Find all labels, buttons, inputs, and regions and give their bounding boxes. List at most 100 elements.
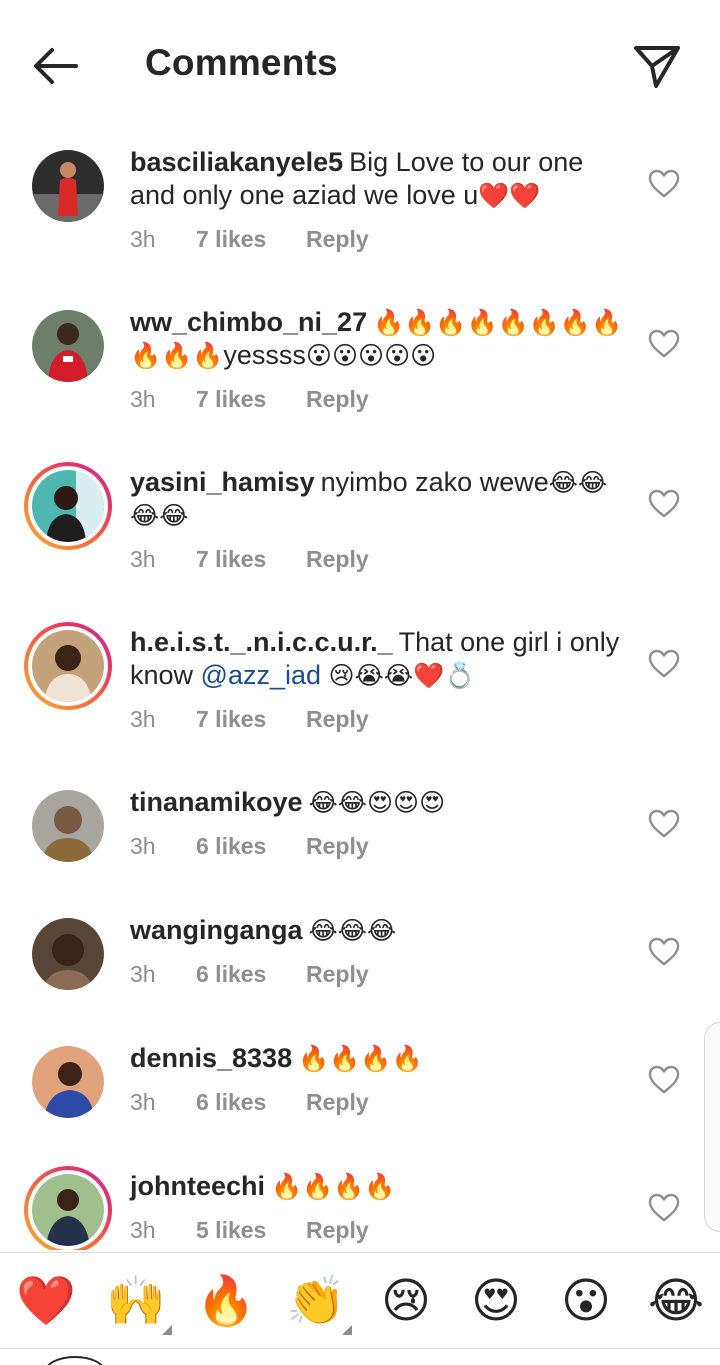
avatar[interactable] [24, 782, 112, 870]
reply-button[interactable]: Reply [306, 1217, 369, 1244]
comment-text: h.e.i.s.t._.n.i.c.c.u.r._ That one girl i… [130, 626, 630, 692]
comment-username[interactable]: dennis_8338 [130, 1043, 292, 1073]
like-button[interactable] [646, 326, 682, 362]
like-button[interactable] [646, 486, 682, 522]
comment-time: 3h [130, 386, 156, 412]
emoji-surprised-button[interactable]: 😮 [556, 1271, 616, 1331]
reply-button[interactable]: Reply [306, 386, 369, 413]
avatar-story-ring[interactable] [24, 1166, 112, 1250]
like-button[interactable] [646, 646, 682, 682]
avatar[interactable] [24, 910, 112, 998]
heart-outline-icon [648, 489, 680, 518]
comment-text: dennis_8338 🔥🔥🔥🔥 [130, 1042, 630, 1075]
like-button[interactable] [646, 1062, 682, 1098]
header-bar: Comments [0, 0, 720, 130]
share-button[interactable] [628, 38, 684, 94]
like-button[interactable] [646, 166, 682, 202]
comment-text: tinanamikoye 😂😂😍😍😍 [130, 786, 630, 819]
avatar[interactable] [24, 142, 112, 230]
profile-photo [32, 150, 104, 222]
avatar[interactable] [24, 1038, 112, 1126]
profile-photo [32, 630, 104, 702]
reply-button[interactable]: Reply [306, 546, 369, 573]
reply-button[interactable]: Reply [306, 1089, 369, 1116]
comment-time: 3h [130, 961, 156, 987]
comment-emojis: 😮😮😮😮😮 [305, 341, 437, 370]
avatar-story-ring[interactable] [24, 462, 112, 550]
profile-photo [32, 310, 104, 382]
profile-photo [32, 790, 104, 862]
comment-time: 3h [130, 1089, 156, 1115]
comment-likes[interactable]: 6 likes [196, 833, 266, 860]
emoji-crying-button[interactable]: 😢 [376, 1271, 436, 1331]
heart-outline-icon [648, 169, 680, 198]
emoji-heart-button[interactable]: ❤️ [16, 1271, 76, 1331]
comment-time: 3h [130, 546, 156, 572]
skin-tone-indicator-icon [342, 1325, 352, 1335]
comment-emojis: 😂😂😂 [308, 916, 397, 945]
comment-username[interactable]: basciliakanyele5 [130, 147, 343, 177]
like-button[interactable] [646, 806, 682, 842]
emoji-raised-hands-button[interactable]: 🙌 [106, 1271, 166, 1331]
emoji-tears-of-joy-button[interactable]: 😂 [646, 1271, 706, 1331]
reply-button[interactable]: Reply [306, 833, 369, 860]
comment-username[interactable]: yasini_hamisy [130, 467, 315, 497]
emoji-heart-eyes-button[interactable]: 😍 [466, 1271, 526, 1331]
arrow-left-icon [34, 48, 78, 84]
comment-text: ww_chimbo_ni_27 🔥🔥🔥🔥🔥🔥🔥🔥🔥🔥🔥yessss😮😮😮😮😮 [130, 306, 630, 372]
comment-text: basciliakanyele5 Big Love to our one and … [130, 146, 630, 212]
comment-username[interactable]: wanginganga [130, 915, 303, 945]
heart-outline-icon [648, 809, 680, 838]
emoji-clap-button[interactable]: 👏 [286, 1271, 346, 1331]
emoji-quick-bar: ❤️ 🙌 🔥 👏 😢 😍 😮 😂 [0, 1252, 720, 1350]
reply-button[interactable]: Reply [306, 706, 369, 733]
comment-body: nyimbo zako wewe [320, 467, 549, 497]
heart-outline-icon [648, 1065, 680, 1094]
like-button[interactable] [646, 1190, 682, 1226]
skin-tone-indicator-icon [162, 1325, 172, 1335]
comment-likes[interactable]: 7 likes [196, 546, 266, 573]
comment-emojis: 🔥🔥🔥🔥 [271, 1172, 396, 1201]
back-button[interactable] [28, 40, 84, 92]
heart-outline-icon [648, 329, 680, 358]
reply-button[interactable]: Reply [306, 961, 369, 988]
divider [0, 1348, 720, 1349]
heart-outline-icon [648, 937, 680, 966]
emoji-fire-button[interactable]: 🔥 [196, 1271, 256, 1331]
profile-photo [32, 918, 104, 990]
comment-emojis: 😢😭😭❤️💍 [328, 661, 476, 690]
comment-username[interactable]: tinanamikoye [130, 787, 303, 817]
like-button[interactable] [646, 934, 682, 970]
comment-likes[interactable]: 5 likes [196, 1217, 266, 1244]
comment-username[interactable]: johnteechi [130, 1171, 265, 1201]
comment-text: wanginganga 😂😂😂 [130, 914, 630, 947]
profile-photo [32, 1174, 104, 1246]
avatar[interactable] [24, 302, 112, 390]
comment-emojis: 🔥🔥🔥🔥 [298, 1044, 423, 1073]
comment-likes[interactable]: 7 likes [196, 386, 266, 413]
comments-list[interactable]: basciliakanyele5 Big Love to our one and … [0, 130, 720, 1250]
comment-username[interactable]: ww_chimbo_ni_27 [130, 307, 367, 337]
paper-plane-icon [634, 46, 680, 88]
comment-likes[interactable]: 6 likes [196, 961, 266, 988]
comment-emojis: 😂😂😍😍😍 [308, 788, 446, 817]
comment-likes[interactable]: 7 likes [196, 706, 266, 733]
heart-outline-icon [648, 649, 680, 678]
mention-link[interactable]: @azz_iad [201, 660, 321, 690]
scroll-handle[interactable] [704, 1022, 720, 1232]
comment-time: 3h [130, 1217, 156, 1243]
avatar-story-ring[interactable] [24, 622, 112, 710]
profile-photo [32, 470, 104, 542]
composer-avatar-edge [45, 1356, 105, 1365]
comment-time: 3h [130, 706, 156, 732]
reply-button[interactable]: Reply [306, 226, 369, 253]
comment-time: 3h [130, 833, 156, 859]
comment-likes[interactable]: 7 likes [196, 226, 266, 253]
page-title: Comments [145, 42, 338, 83]
heart-outline-icon [648, 1193, 680, 1222]
comment-time: 3h [130, 226, 156, 252]
comment-username[interactable]: h.e.i.s.t._.n.i.c.c.u.r._ [130, 627, 393, 657]
comment-emojis: ❤️❤️ [478, 181, 541, 210]
comment-likes[interactable]: 6 likes [196, 1089, 266, 1116]
comment-text: yasini_hamisy nyimbo zako wewe😂😂😂😂 [130, 466, 630, 532]
